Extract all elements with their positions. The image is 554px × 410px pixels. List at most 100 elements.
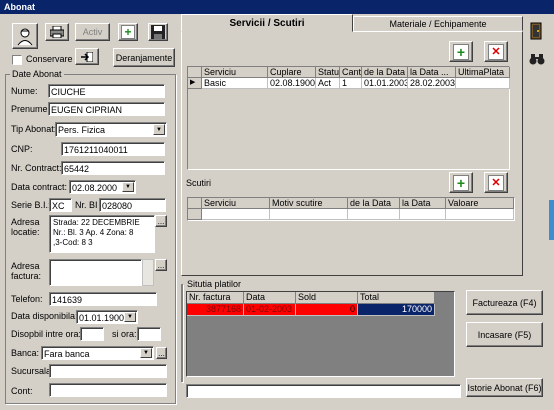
- delete-serviciu-button[interactable]: ✕: [484, 41, 508, 62]
- col-header[interactable]: Total: [358, 292, 435, 304]
- window-title: Abonat: [4, 2, 35, 12]
- cell[interactable]: [456, 78, 510, 89]
- banca-select[interactable]: Fara banca ▼: [41, 346, 154, 360]
- banca-value: Fara banca: [44, 349, 90, 359]
- scutiri-header: Serviciu Motiv scutire de la Data la Dat…: [188, 198, 514, 209]
- row-indicator-header: [188, 198, 202, 209]
- activ-button[interactable]: Activ: [75, 23, 110, 41]
- user-photo-button[interactable]: [12, 23, 38, 49]
- data-disponibila-field[interactable]: 01.01.1900 ▼: [76, 310, 138, 324]
- col-header[interactable]: UltimaPlata: [456, 67, 510, 78]
- nr-bi-field[interactable]: 028080: [99, 198, 166, 212]
- desktop-edge: [549, 200, 554, 240]
- adresa-factura-scrollbar[interactable]: [142, 259, 154, 286]
- cnp-label: CNP:: [11, 144, 33, 154]
- col-header[interactable]: de la Data: [362, 67, 408, 78]
- tab-materiale-echipamente[interactable]: Materiale / Echipamente: [353, 16, 523, 31]
- cell[interactable]: 01-02-2003: [244, 304, 296, 316]
- table-row[interactable]: 3877168 01-02-2003 0 170000: [187, 304, 439, 316]
- plati-title: Situtia platilor: [185, 279, 244, 290]
- tip-abonat-label: Tip Abonat:: [11, 124, 57, 134]
- tab-servicii-scutiri[interactable]: Servicii / Scutiri: [181, 14, 353, 32]
- cell[interactable]: [202, 209, 270, 220]
- cell[interactable]: Act: [316, 78, 340, 89]
- chevron-down-icon[interactable]: ▼: [153, 124, 165, 135]
- adresa-factura-more-button[interactable]: ...: [155, 259, 167, 271]
- telefon-field[interactable]: 141639: [49, 292, 157, 306]
- row-pointer-icon: ▶: [188, 78, 202, 89]
- cell[interactable]: 1: [340, 78, 362, 89]
- cell[interactable]: [270, 209, 348, 220]
- adresa-locatie-field[interactable]: Strada: 22 DECEMBRIE Nr.: Bl. 3 Ap. 4 Zo…: [49, 215, 155, 253]
- col-header[interactable]: Valoare: [446, 198, 514, 209]
- col-header[interactable]: la Data: [400, 198, 446, 209]
- col-header[interactable]: Serviciu: [202, 67, 268, 78]
- cell[interactable]: 0: [296, 304, 358, 316]
- chevron-down-icon[interactable]: ▼: [124, 312, 136, 322]
- table-row[interactable]: ▶ Basic 02.08.1900 Act 1 01.01.2003 28.0…: [188, 78, 510, 89]
- adresa-locatie-more-button[interactable]: ...: [155, 215, 167, 227]
- tip-abonat-select[interactable]: Pers. Fizica ▼: [55, 122, 167, 137]
- exit-door-icon[interactable]: [529, 22, 545, 40]
- cont-field[interactable]: [49, 383, 167, 397]
- print-button[interactable]: [45, 23, 69, 41]
- col-header[interactable]: Data: [244, 292, 296, 304]
- cell[interactable]: 170000: [358, 304, 435, 316]
- istorie-abonat-button[interactable]: Istorie Abonat (F6): [466, 378, 543, 397]
- table-row[interactable]: [188, 209, 514, 220]
- adresa-factura-field[interactable]: [49, 259, 142, 286]
- cell[interactable]: [446, 209, 514, 220]
- add-button[interactable]: +: [118, 23, 138, 41]
- col-header[interactable]: Cant: [340, 67, 362, 78]
- col-header[interactable]: la Data ...: [408, 67, 456, 78]
- save-button[interactable]: [148, 23, 168, 41]
- add-scutire-button[interactable]: +: [449, 172, 473, 193]
- col-header[interactable]: Motiv scutire: [270, 198, 348, 209]
- cell[interactable]: [348, 209, 400, 220]
- cell[interactable]: 01.01.2003: [362, 78, 408, 89]
- exit-button[interactable]: [75, 48, 99, 65]
- col-header[interactable]: Serviciu: [202, 198, 270, 209]
- binoculars-icon[interactable]: [529, 52, 545, 66]
- printer-icon: [50, 26, 64, 38]
- col-header[interactable]: Cuplare: [268, 67, 316, 78]
- ora-start-field[interactable]: [80, 327, 104, 341]
- row-indicator: [188, 209, 202, 220]
- col-header[interactable]: Sold: [296, 292, 358, 304]
- plus-icon: +: [453, 174, 469, 191]
- factureaza-button[interactable]: Factureaza (F4): [466, 290, 543, 315]
- ora-end-field[interactable]: [137, 327, 161, 341]
- close-icon: ✕: [488, 174, 504, 191]
- delete-scutire-button[interactable]: ✕: [484, 172, 508, 193]
- conservare-label: Conservare: [26, 54, 73, 64]
- floppy-icon: [151, 25, 165, 39]
- cell[interactable]: 28.02.2003: [408, 78, 456, 89]
- scutiri-title: Scutiri: [186, 178, 212, 188]
- col-header[interactable]: Nr. factura: [187, 292, 244, 304]
- contract-field[interactable]: 65442: [61, 161, 165, 175]
- deranjamente-button[interactable]: Deranjamente: [113, 48, 175, 67]
- col-header[interactable]: de la Data: [348, 198, 400, 209]
- plati-group: [181, 284, 183, 382]
- cell[interactable]: Basic: [202, 78, 268, 89]
- sucursala-field[interactable]: [49, 364, 167, 378]
- cnp-field[interactable]: 1761211040011: [61, 142, 165, 156]
- banca-more-button[interactable]: ...: [156, 347, 167, 359]
- col-header[interactable]: Status: [316, 67, 340, 78]
- cell[interactable]: 3877168: [187, 304, 244, 316]
- conservare-checkbox[interactable]: [12, 55, 22, 65]
- status-field[interactable]: [186, 384, 461, 398]
- incasare-button[interactable]: Incasare (F5): [466, 322, 543, 347]
- nume-field[interactable]: CIUCHE: [48, 84, 165, 98]
- cell[interactable]: [400, 209, 446, 220]
- prenume-field[interactable]: EUGEN CIPRIAN: [48, 102, 165, 116]
- data-contract-value: 02.08.2000: [72, 183, 118, 193]
- add-serviciu-button[interactable]: +: [449, 41, 473, 62]
- date-abonat-title: Date Abonat: [10, 69, 64, 80]
- data-contract-field[interactable]: 02.08.2000 ▼: [69, 180, 136, 194]
- chevron-down-icon[interactable]: ▼: [140, 348, 152, 358]
- chevron-down-icon[interactable]: ▼: [122, 182, 134, 192]
- serie-bi-field[interactable]: XC: [49, 198, 72, 212]
- disponibil-intre-label: Disopbil intre ora:: [11, 329, 82, 339]
- cell[interactable]: 02.08.1900: [268, 78, 316, 89]
